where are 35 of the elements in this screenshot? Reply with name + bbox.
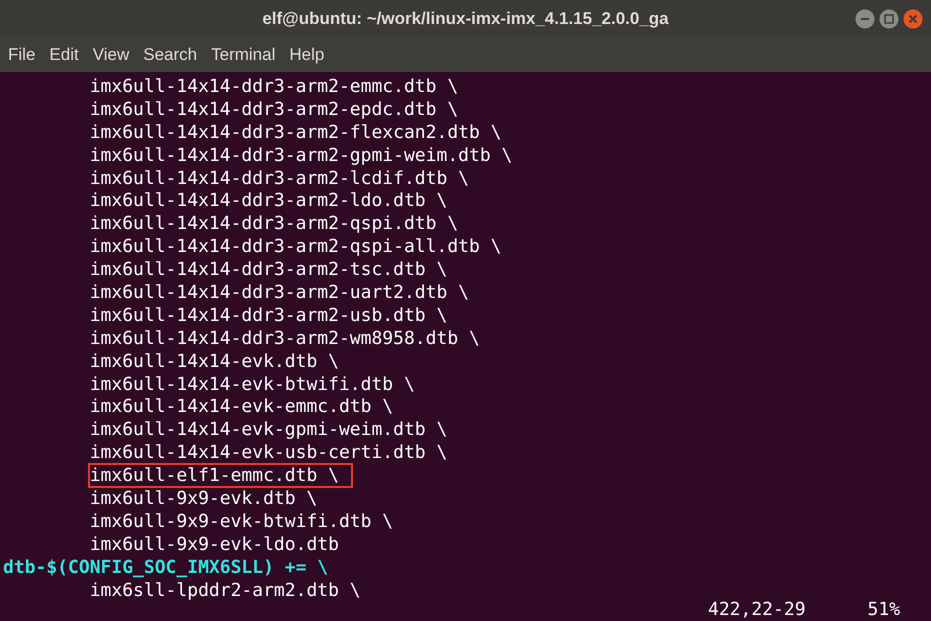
scroll-percent: 51% — [868, 599, 900, 621]
code-line: imx6ull-14x14-ddr3-arm2-ldo.dtb \ — [90, 190, 448, 212]
menu-item[interactable]: Edit — [49, 42, 79, 68]
menu-item[interactable]: View — [92, 42, 130, 68]
code-line: imx6ull-14x14-evk-usb-certi.dtb \ — [90, 442, 448, 464]
code-line: imx6ull-14x14-ddr3-arm2-tsc.dtb \ — [90, 259, 448, 280]
code-line: imx6ull-14x14-ddr3-arm2-qspi.dtb \ — [90, 213, 458, 234]
code-line: imx6ull-14x14-evk-gpmi-weim.dtb \ — [90, 419, 448, 440]
code-line: dtb-$(CONFIG_SOC_IMX6SLL) += \ — [3, 556, 328, 578]
menu-item[interactable]: File — [8, 42, 36, 68]
code-line: imx6ull-9x9-evk-btwifi.dtb \ — [90, 510, 394, 532]
cursor-position: 422,22-29 — [708, 599, 806, 621]
menu-item[interactable]: Terminal — [211, 42, 276, 68]
menu-item[interactable]: Help — [289, 42, 324, 68]
code-line: imx6ull-14x14-ddr3-arm2-usb.dtb \ — [90, 304, 448, 326]
code-line: imx6ull-14x14-evk-btwifi.dtb \ — [90, 374, 415, 395]
code-line: imx6ull-14x14-evk.dtb \ — [90, 350, 339, 372]
code-line: imx6ull-14x14-ddr3-arm2-lcdif.dtb \ — [90, 168, 469, 189]
code-line: imx6sll-lpddr2-arm2.dtb \ — [90, 580, 361, 601]
minimize-icon[interactable] — [855, 9, 875, 29]
code-line: imx6ull-14x14-ddr3-arm2-epdc.dtb \ — [90, 98, 458, 120]
code-line: imx6ull-14x14-ddr3-arm2-emmc.dtb \ — [90, 76, 458, 97]
code-line: imx6ull-14x14-ddr3-arm2-qspi-all.dtb \ — [90, 236, 502, 258]
code-line: imx6ull-14x14-ddr3-arm2-flexcan2.dtb \ — [90, 122, 502, 143]
maximize-icon[interactable] — [879, 9, 899, 29]
code-line: imx6ull-14x14-ddr3-arm2-uart2.dtb \ — [90, 282, 469, 304]
code-line: imx6ull-14x14-ddr3-arm2-wm8958.dtb \ — [90, 328, 480, 349]
code-line: imx6ull-9x9-evk-ldo.dtb — [90, 534, 339, 555]
menu-item[interactable]: Search — [143, 42, 198, 68]
code-line: imx6ull-14x14-evk-emmc.dtb \ — [90, 396, 394, 418]
window-title: elf@ubuntu: ~/work/linux-imx-imx_4.1.15_2.0.0_ga — [262, 8, 669, 30]
highlighted-code-line: imx6ull-elf1-emmc.dtb \ — [90, 465, 351, 486]
code-line: imx6ull-14x14-ddr3-arm2-gpmi-weim.dtb \ — [90, 144, 512, 166]
close-icon[interactable] — [903, 9, 923, 29]
code-line: imx6ull-9x9-evk.dtb \ — [90, 488, 318, 510]
